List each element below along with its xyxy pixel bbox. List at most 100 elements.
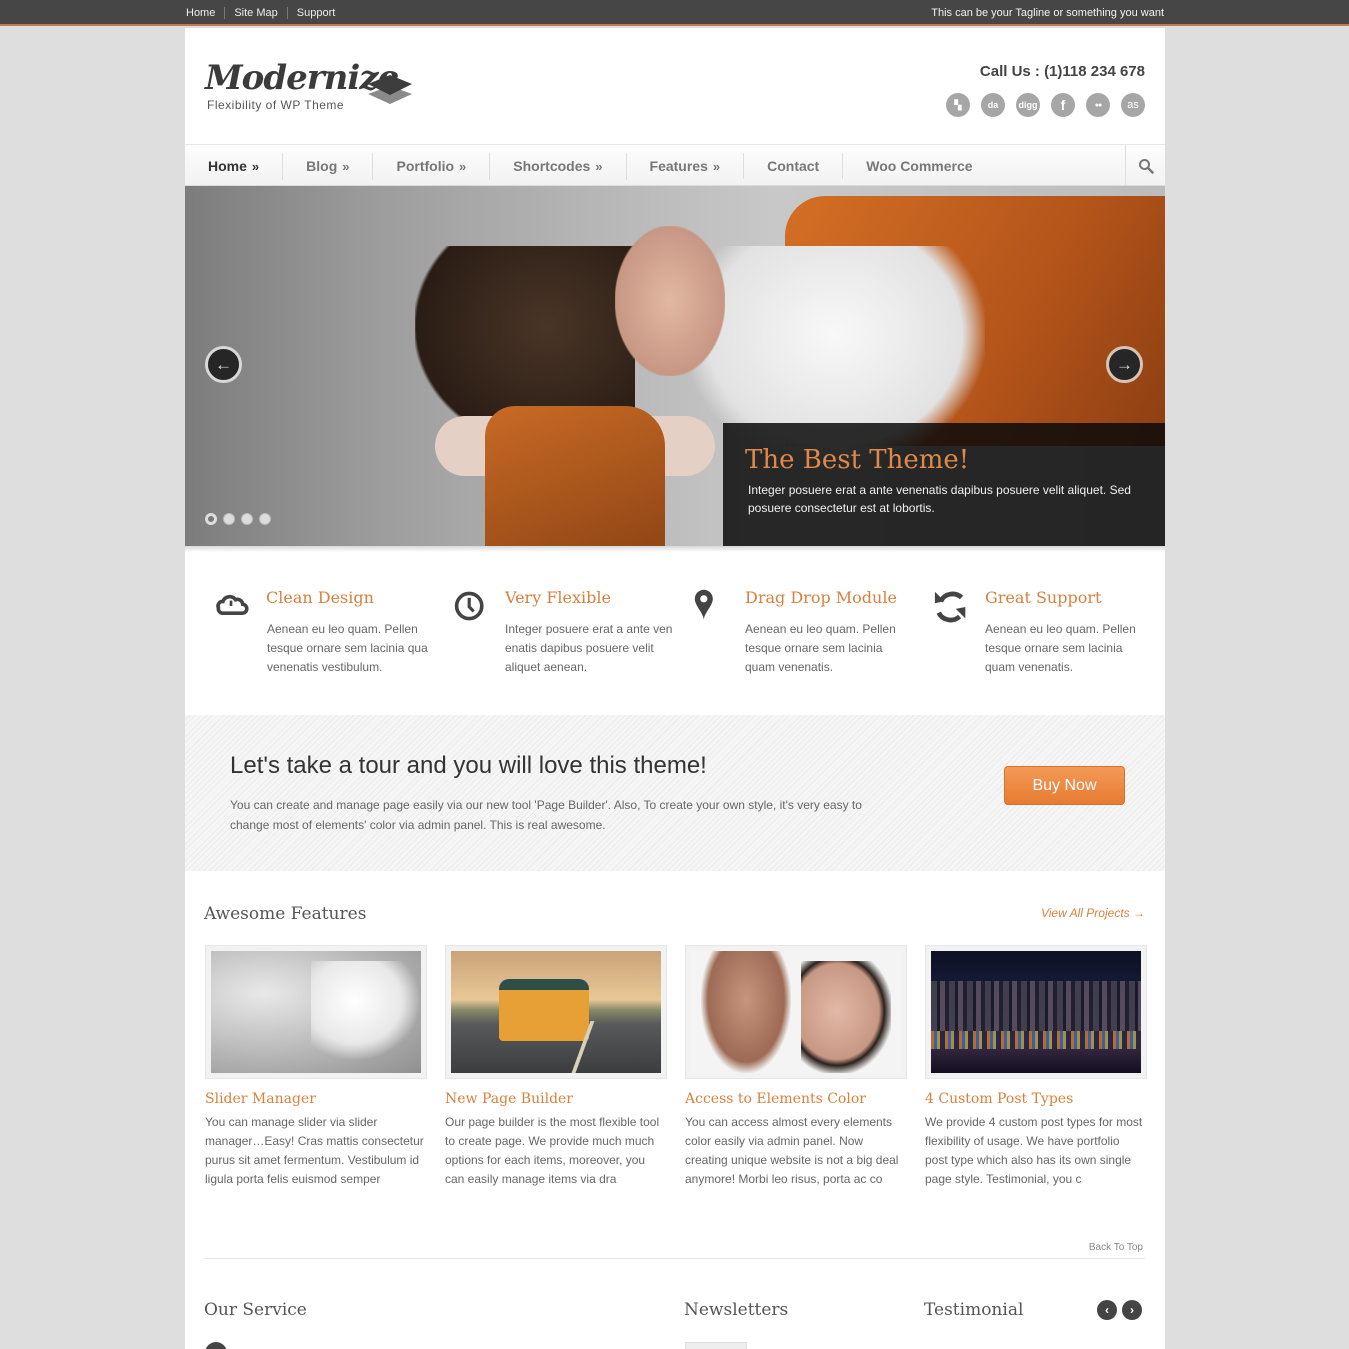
tagline: This can be your Tagline or something yo… bbox=[931, 7, 1164, 19]
cloud-icon bbox=[216, 594, 249, 615]
slider-pagination bbox=[205, 513, 271, 525]
feature-thumbnail[interactable] bbox=[205, 945, 427, 1079]
social-icons: ▚ da digg f ●● as bbox=[946, 93, 1145, 117]
back-to-top-link[interactable]: Back To Top bbox=[1089, 1242, 1143, 1253]
slider-dot[interactable] bbox=[259, 513, 271, 525]
buy-now-button[interactable]: Buy Now bbox=[1004, 766, 1125, 805]
nav-blog[interactable]: Blog» bbox=[282, 152, 372, 180]
arrow-left-icon: ← bbox=[215, 354, 232, 374]
service-title: Great Support bbox=[985, 588, 1102, 607]
service-title: Very Flexible bbox=[505, 588, 611, 607]
service-title: Clean Design bbox=[266, 588, 374, 607]
main-nav: Home» Blog» Portfolio» Shortcodes» Featu… bbox=[185, 144, 1165, 187]
feature-title[interactable]: Access to Elements Color bbox=[685, 1091, 907, 1107]
tour-title: Let's take a tour and you will love this… bbox=[230, 752, 707, 779]
feature-title[interactable]: New Page Builder bbox=[445, 1091, 667, 1107]
feature-thumbnail[interactable] bbox=[685, 945, 907, 1079]
top-bar: Home Site Map Support This can be your T… bbox=[0, 0, 1349, 26]
slide-image-face bbox=[615, 226, 725, 376]
flickr-icon[interactable]: ●● bbox=[1086, 93, 1110, 117]
deviantart-icon[interactable]: da bbox=[981, 93, 1005, 117]
feature-card: 4 Custom Post Types We provide 4 custom … bbox=[925, 945, 1147, 1189]
facebook-icon[interactable]: f bbox=[1051, 93, 1075, 117]
call-us: Call Us : (1)118 234 678 bbox=[979, 63, 1145, 80]
feature-image-bus bbox=[451, 951, 661, 1073]
nav-arrow: » bbox=[342, 158, 350, 174]
slide-image-sofa-arm bbox=[485, 406, 665, 546]
top-links: Home Site Map Support bbox=[186, 7, 344, 19]
service-title: Drag Drop Module bbox=[745, 588, 897, 607]
nav-contact-label: Contact bbox=[767, 158, 820, 174]
page-container: Modernize Flexibility of WP Theme Call U… bbox=[185, 28, 1165, 1349]
feature-image-city bbox=[931, 951, 1141, 1073]
chevron-left-icon: ‹ bbox=[1105, 1303, 1109, 1317]
feature-title[interactable]: Slider Manager bbox=[205, 1091, 427, 1107]
nav-contact[interactable]: Contact bbox=[743, 153, 842, 179]
feature-image-couple bbox=[691, 951, 901, 1073]
chevron-right-icon: › bbox=[1130, 1303, 1134, 1317]
digg-icon[interactable]: digg bbox=[1016, 93, 1040, 117]
search-icon bbox=[1138, 159, 1154, 174]
service-text: Aenean eu leo quam. Pellen tesque ornare… bbox=[267, 622, 428, 674]
feature-image-dancer bbox=[211, 951, 421, 1073]
top-link-site-map[interactable]: Site Map bbox=[224, 7, 286, 19]
features-section-title: Awesome Features bbox=[204, 904, 367, 924]
top-link-home[interactable]: Home bbox=[186, 7, 224, 19]
newsletter-thumbnail[interactable] bbox=[685, 1342, 747, 1349]
nav-features[interactable]: Features» bbox=[625, 152, 744, 180]
nav-arrow: » bbox=[712, 158, 721, 174]
feature-card: New Page Builder Our page builder is the… bbox=[445, 945, 667, 1189]
service-text: Integer posuere erat a ante ven enatis d… bbox=[505, 622, 673, 674]
nav-blog-label: Blog bbox=[306, 157, 338, 174]
our-service-title: Our Service bbox=[204, 1300, 307, 1320]
slider-prev-button[interactable]: ← bbox=[205, 346, 242, 383]
slider-shadow bbox=[185, 546, 1165, 552]
service-text: Aenean eu leo quam. Pellen tesque ornare… bbox=[985, 622, 1136, 674]
testimonial-next-button[interactable]: › bbox=[1122, 1300, 1142, 1320]
newsletters-title: Newsletters bbox=[684, 1300, 789, 1320]
view-all-projects-link[interactable]: View All Projects → bbox=[1041, 906, 1145, 920]
nav-portfolio[interactable]: Portfolio» bbox=[372, 152, 489, 180]
features-grid: Slider Manager You can manage slider via… bbox=[205, 945, 1147, 1245]
feature-thumbnail[interactable] bbox=[925, 945, 1147, 1079]
refresh-icon bbox=[934, 591, 966, 623]
feature-text: You can access almost every elements col… bbox=[685, 1115, 899, 1186]
nav-shortcodes-label: Shortcodes bbox=[513, 157, 591, 174]
slide-caption: The Best Theme! Integer posuere erat a a… bbox=[723, 423, 1165, 546]
slider-dot[interactable] bbox=[223, 513, 235, 525]
nav-woo-commerce-label: Woo Commerce bbox=[866, 158, 973, 174]
feature-thumbnail[interactable] bbox=[445, 945, 667, 1079]
nav-arrow: » bbox=[595, 158, 603, 174]
search-button[interactable] bbox=[1125, 145, 1165, 187]
nav-shortcodes[interactable]: Shortcodes» bbox=[489, 152, 625, 180]
nav-woo-commerce[interactable]: Woo Commerce bbox=[842, 153, 995, 179]
slider-dot[interactable] bbox=[205, 513, 217, 525]
services-row: Clean Design Aenean eu leo quam. Pellen … bbox=[185, 588, 1165, 698]
feature-title[interactable]: 4 Custom Post Types bbox=[925, 1091, 1147, 1107]
slider-dot[interactable] bbox=[241, 513, 253, 525]
feature-text: We provide 4 custom post types for most … bbox=[925, 1115, 1143, 1186]
layers-logo-icon bbox=[368, 75, 412, 104]
feature-card: Access to Elements Color You can access … bbox=[685, 945, 907, 1189]
lastfm-icon[interactable]: as bbox=[1121, 93, 1145, 117]
hero-slider: ← → The Best Theme! Integer posuere erat… bbox=[185, 186, 1165, 546]
service-text: Aenean eu leo quam. Pellen tesque ornare… bbox=[745, 622, 896, 674]
nav-home[interactable]: Home» bbox=[185, 153, 282, 180]
nav-arrow: » bbox=[459, 158, 467, 174]
slide-caption-text: Integer posuere erat a ante venenatis da… bbox=[748, 483, 1131, 515]
nav-home-label: Home bbox=[208, 157, 247, 174]
map-pin-icon bbox=[694, 589, 713, 621]
delicious-icon[interactable]: ▚ bbox=[946, 93, 970, 117]
tour-text: You can create and manage page easily vi… bbox=[230, 798, 862, 832]
testimonial-prev-button[interactable]: ‹ bbox=[1097, 1300, 1117, 1320]
top-link-support[interactable]: Support bbox=[286, 7, 345, 19]
feature-card: Slider Manager You can manage slider via… bbox=[205, 945, 427, 1189]
clock-icon bbox=[454, 591, 484, 621]
section-divider bbox=[205, 1258, 1145, 1259]
slider-next-button[interactable]: → bbox=[1106, 346, 1143, 383]
service-bullet-icon bbox=[205, 1342, 227, 1349]
nav-features-label: Features bbox=[649, 157, 708, 174]
slide-caption-title: The Best Theme! bbox=[745, 445, 970, 475]
feature-text: You can manage slider via slider manager… bbox=[205, 1115, 424, 1186]
nav-arrow: » bbox=[251, 158, 260, 174]
